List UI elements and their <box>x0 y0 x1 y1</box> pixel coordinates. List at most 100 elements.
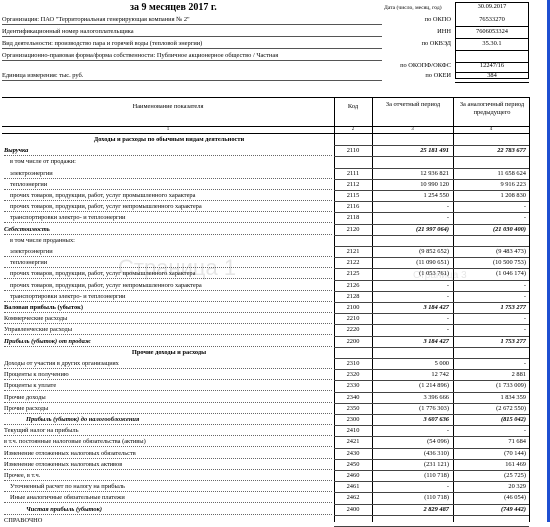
row-current-value: 3 607 636 <box>423 416 449 423</box>
row-code: 2300 <box>346 416 360 423</box>
row-current-value: (436 310) <box>423 449 449 457</box>
row-previous-value: (1 733 009) <box>496 382 526 390</box>
header-row-label: Организация: ПАО "Территориальная генери… <box>2 16 190 23</box>
row-name: СПРАВОЧНО <box>4 516 43 524</box>
code-value: 35.30.1 <box>482 40 502 47</box>
row-code: 2450 <box>346 460 360 468</box>
row-current-value: - <box>446 483 449 491</box>
row-previous-value: 22 783 677 <box>497 147 526 155</box>
code-value: 76533270 <box>479 16 505 23</box>
row-code: 2430 <box>346 449 360 457</box>
row-current-value: 25 181 491 <box>420 147 449 155</box>
row-previous-value: 1 753 277 <box>500 337 526 345</box>
date-value: 30.09.2017 <box>477 3 507 10</box>
row-name: в т.ч. постоянные налоговые обязательств… <box>4 438 146 446</box>
row-code: 2100 <box>346 304 360 311</box>
row-name: Доходы от участия в других организациях <box>4 360 119 367</box>
row-previous-value: (10 500 753) <box>492 259 526 267</box>
row-previous-value: 1 753 277 <box>500 304 526 311</box>
code-label: по ОКОПФ/ОКФС <box>400 62 451 69</box>
row-previous-value: 2 881 <box>511 371 526 379</box>
row-previous-value: (9 483 473) <box>496 248 526 255</box>
row-previous-value: - <box>523 214 526 222</box>
row-name: электроэнергии <box>10 169 53 177</box>
row-previous-value: - <box>523 326 526 334</box>
row-previous-value: (2 672 550) <box>496 404 526 412</box>
row-previous-value: (749 442) <box>500 505 526 513</box>
code-label: по ОКВЭД <box>421 40 451 47</box>
row-code: 2421 <box>346 438 360 446</box>
header-row-label: Единица измерения: тыс. руб. <box>2 72 84 79</box>
row-name: Себестоимость <box>4 225 50 233</box>
row-current-value: (21 997 064) <box>415 225 449 233</box>
row-current-value: 3 396 666 <box>423 393 449 401</box>
row-code: 2200 <box>346 337 360 345</box>
row-current-value: - <box>446 203 449 211</box>
row-previous-value: 20 329 <box>508 483 526 491</box>
row-current-value: 12 742 <box>431 371 449 379</box>
page-watermark: Страница 1 <box>118 255 237 280</box>
row-previous-value: 71 684 <box>508 438 526 446</box>
row-code: 2320 <box>346 371 360 379</box>
row-previous-value: 11 658 624 <box>497 169 526 177</box>
row-current-value: - <box>446 427 449 435</box>
row-name: транспортировки электро- и теплоэнергии <box>10 292 126 300</box>
row-current-value: (11 090 651) <box>416 259 449 267</box>
row-current-value: 1 254 550 <box>423 192 449 199</box>
row-name: Прочие доходы <box>4 393 46 401</box>
row-code: 2121 <box>346 248 360 255</box>
row-code: 2330 <box>346 382 360 390</box>
row-previous-value: 1 834 359 <box>500 393 526 401</box>
row-current-value: 3 184 427 <box>423 304 449 311</box>
row-code: 2461 <box>346 483 360 491</box>
header-row-label: Организационно-правовая форма/форма собс… <box>2 52 279 59</box>
row-code: 2118 <box>346 214 360 222</box>
col-number-3: 3 <box>411 127 414 132</box>
row-code: 2110 <box>346 147 360 155</box>
row-current-value: (231 121) <box>423 460 449 468</box>
row-code: 2128 <box>346 292 360 300</box>
row-current-value: 10 990 120 <box>420 180 449 188</box>
row-code: 2126 <box>346 281 360 289</box>
row-current-value: - <box>446 315 449 323</box>
row-previous-value: (21 030 400) <box>492 225 526 233</box>
row-current-value: (1 214 896) <box>419 382 449 390</box>
row-code: 2400 <box>346 505 360 513</box>
row-current-value: (110 718) <box>424 472 449 479</box>
row-previous-value: - <box>523 427 526 435</box>
row-previous-value: (25 725) <box>504 472 526 479</box>
row-code: 2350 <box>346 404 360 412</box>
row-name: Прочие доходы и расходы <box>131 348 207 356</box>
row-code: 2116 <box>346 203 360 211</box>
row-current-value: - <box>446 281 449 289</box>
row-code: 2462 <box>346 494 360 502</box>
code-value: 12247/16 <box>479 62 505 69</box>
row-current-value: (110 718) <box>424 494 449 502</box>
row-name: теплоэнергии <box>10 180 48 188</box>
row-code: 2115 <box>346 192 360 199</box>
row-name: теплоэнергии <box>10 259 48 267</box>
row-previous-value: - <box>523 281 526 289</box>
row-previous-value: (70 144) <box>504 449 526 457</box>
row-name: транспортировки электро- и теплоэнергии <box>10 214 126 222</box>
row-name: Прочие расходы <box>4 404 49 412</box>
row-name: Управленческие расходы <box>4 326 73 334</box>
row-code: 2460 <box>346 472 360 479</box>
row-previous-value: - <box>523 203 526 211</box>
row-current-value: 12 936 821 <box>420 169 449 177</box>
period-title: за 9 месяцев 2017 г. <box>130 2 217 13</box>
code-value: 7606053324 <box>476 28 508 35</box>
row-previous-value: 161 469 <box>505 460 526 468</box>
row-name: Валовая прибыль (убыток) <box>4 304 83 311</box>
page-watermark: Страница 3 <box>413 270 467 281</box>
row-code: 2310 <box>346 360 360 367</box>
row-name: Иные аналогичные обязательные платежи <box>10 494 125 502</box>
row-name: электроэнергии <box>10 248 53 255</box>
col-header-name: Наименование показателя <box>132 103 204 110</box>
row-previous-value: 9 916 223 <box>500 180 526 188</box>
row-previous-value: (815 042) <box>500 416 526 423</box>
row-name: Коммерческие расходы <box>4 315 68 323</box>
code-label: по ОКПО <box>424 16 451 23</box>
row-code: 2125 <box>346 270 360 278</box>
col-header-code: Код <box>347 103 359 110</box>
